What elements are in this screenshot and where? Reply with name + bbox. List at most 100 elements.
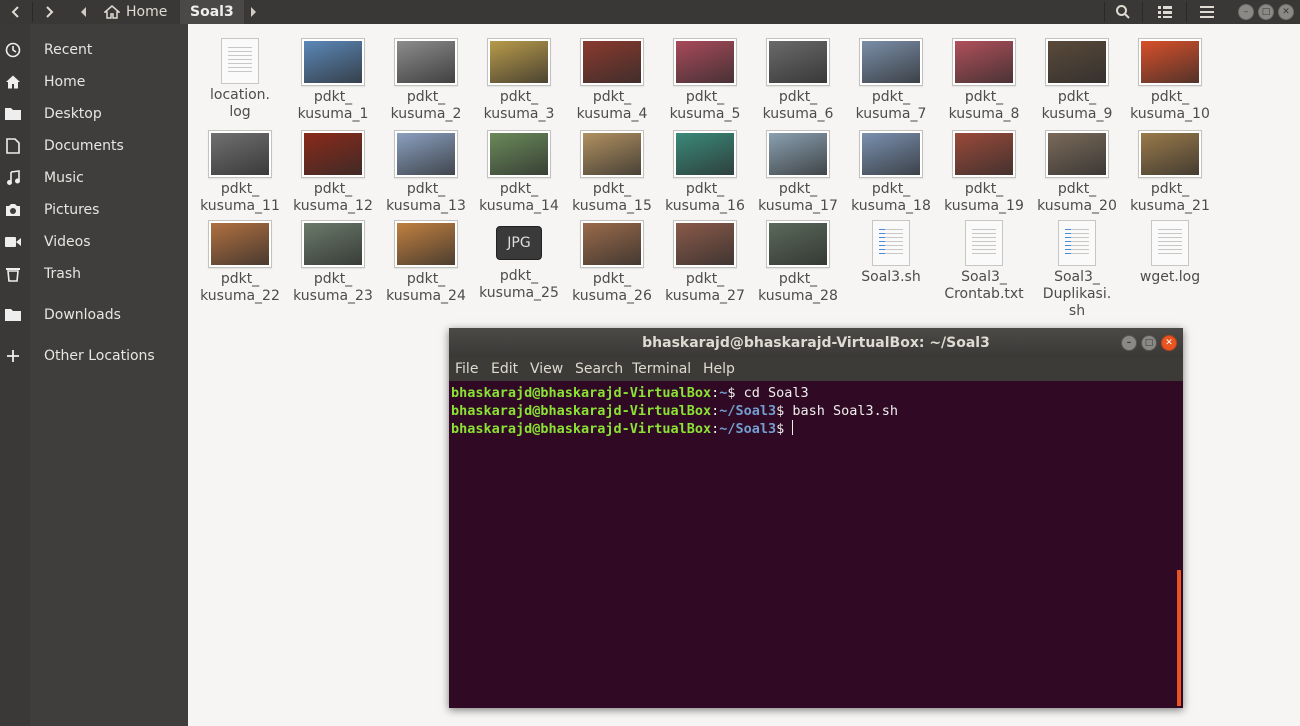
image-thumbnail [1138,130,1202,178]
minimize-button[interactable]: – [1238,4,1254,20]
file-item[interactable]: pdkt_ kusuma_10 [1125,38,1215,123]
file-item[interactable]: pdkt_ kusuma_20 [1032,130,1122,215]
image-thumbnail [673,130,737,178]
file-item[interactable]: pdkt_ kusuma_14 [474,130,564,215]
terminal-menubar: File Edit View Search Terminal Help [449,357,1183,381]
terminal-menu-help[interactable]: Help [703,361,735,377]
file-name: pdkt_ kusuma_8 [948,89,1020,122]
terminal-menu-view[interactable]: View [530,361,563,377]
image-thumbnail [1045,130,1109,178]
breadcrumb-scroll-right[interactable] [246,0,260,24]
list-view-icon [1158,6,1172,18]
view-toggle-button[interactable] [1150,0,1180,24]
file-item[interactable]: pdkt_ kusuma_9 [1032,38,1122,123]
file-item[interactable]: pdkt_ kusuma_8 [939,38,1029,123]
file-item[interactable]: pdkt_ kusuma_27 [660,220,750,305]
terminal-menu-file[interactable]: File [455,361,478,377]
image-thumbnail [952,38,1016,86]
back-button[interactable] [0,0,32,24]
file-item[interactable]: pdkt_ kusuma_17 [753,130,843,215]
file-item[interactable]: pdkt_ kusuma_4 [567,38,657,123]
file-item[interactable]: pdkt_ kusuma_13 [381,130,471,215]
file-item[interactable]: pdkt_ kusuma_11 [195,130,285,215]
file-item[interactable]: pdkt_ kusuma_5 [660,38,750,123]
sidebar-item-label: Documents [44,138,124,154]
file-item[interactable]: pdkt_ kusuma_24 [381,220,471,305]
terminal-minimize-button[interactable]: – [1121,335,1137,351]
maximize-button[interactable]: □ [1258,4,1274,20]
file-item[interactable]: JPG pdkt_ kusuma_25 [474,220,564,302]
file-name: wget.log [1139,269,1201,285]
terminal-output[interactable]: bhaskarajd@bhaskarajd-VirtualBox:~$ cd S… [451,384,1179,438]
terminal-menu-terminal[interactable]: Terminal [632,361,691,377]
sidebar-item-home[interactable]: Home [0,66,188,98]
forward-button[interactable] [33,0,65,24]
terminal-scrollbar[interactable] [1177,570,1181,706]
image-thumbnail [301,130,365,178]
image-thumbnail [673,220,737,268]
file-item[interactable]: Soal3.sh [846,220,936,286]
file-name: pdkt_ kusuma_18 [851,181,931,214]
file-item[interactable]: pdkt_ kusuma_3 [474,38,564,123]
file-name: pdkt_ kusuma_25 [479,268,559,301]
sidebar-item-pictures[interactable]: Pictures [0,194,188,226]
terminal-window[interactable]: bhaskarajd@bhaskarajd-VirtualBox: ~/Soal… [449,328,1183,708]
chevron-left-icon [11,6,19,18]
file-item[interactable]: pdkt_ kusuma_19 [939,130,1029,215]
terminal-maximize-button[interactable]: □ [1141,335,1157,351]
breadcrumb-current[interactable]: Soal3 [180,0,244,24]
terminal-menu-edit[interactable]: Edit [491,361,518,377]
sidebar-item-desktop[interactable]: Desktop [0,98,188,130]
breadcrumb-scroll-left[interactable] [74,0,94,24]
search-button[interactable] [1108,0,1138,24]
file-item[interactable]: pdkt_ kusuma_1 [288,38,378,123]
file-item[interactable]: wget.log [1125,220,1215,286]
sidebar-item-label: Recent [44,42,93,58]
file-item[interactable]: pdkt_ kusuma_15 [567,130,657,215]
sidebar-item-videos[interactable]: Videos [0,226,188,258]
file-item[interactable]: pdkt_ kusuma_22 [195,220,285,305]
terminal-menu-search[interactable]: Search [575,361,623,377]
sidebar-item-label: Pictures [44,202,100,218]
file-item[interactable]: pdkt_ kusuma_16 [660,130,750,215]
home-icon [4,73,22,91]
sidebar-item-downloads[interactable]: Downloads [0,299,188,331]
image-thumbnail [301,220,365,268]
arrow-right-icon [251,7,256,17]
terminal-titlebar[interactable]: bhaskarajd@bhaskarajd-VirtualBox: ~/Soal… [449,328,1183,357]
close-button[interactable]: ✕ [1278,4,1294,20]
text-file-icon [221,38,259,84]
sidebar-item-music[interactable]: Music [0,162,188,194]
sidebar-item-recent[interactable]: Recent [0,34,188,66]
folder-icon [4,105,22,123]
sidebar-item-trash[interactable]: Trash [0,258,188,290]
file-item[interactable]: pdkt_ kusuma_12 [288,130,378,215]
file-name: pdkt_ kusuma_11 [200,181,280,214]
file-name: pdkt_ kusuma_13 [386,181,466,214]
file-item[interactable]: pdkt_ kusuma_2 [381,38,471,123]
file-name: pdkt_ kusuma_20 [1037,181,1117,214]
file-item[interactable]: pdkt_ kusuma_21 [1125,130,1215,215]
file-name: Soal3.sh [861,269,921,285]
file-item[interactable]: pdkt_ kusuma_6 [753,38,843,123]
image-thumbnail [952,130,1016,178]
terminal-close-button[interactable]: ✕ [1161,335,1177,351]
menu-button[interactable] [1192,0,1222,24]
file-item[interactable]: pdkt_ kusuma_23 [288,220,378,305]
file-item[interactable]: Soal3_ Duplikasi. sh [1032,220,1122,320]
file-item[interactable]: pdkt_ kusuma_28 [753,220,843,305]
file-name: pdkt_ kusuma_9 [1041,89,1113,122]
file-name: pdkt_ kusuma_7 [855,89,927,122]
breadcrumb-home[interactable]: Home [104,0,167,24]
file-item[interactable]: location. log [195,38,285,121]
file-item[interactable]: pdkt_ kusuma_18 [846,130,936,215]
breadcrumb-home-label: Home [126,4,168,20]
file-name: pdkt_ kusuma_3 [483,89,555,122]
file-item[interactable]: Soal3_ Crontab.txt [939,220,1029,303]
file-item[interactable]: pdkt_ kusuma_26 [567,220,657,305]
document-icon [4,137,22,155]
file-name: pdkt_ kusuma_24 [386,271,466,304]
file-item[interactable]: pdkt_ kusuma_7 [846,38,936,123]
sidebar-item-other-locations[interactable]: Other Locations [0,340,188,372]
sidebar-item-documents[interactable]: Documents [0,130,188,162]
